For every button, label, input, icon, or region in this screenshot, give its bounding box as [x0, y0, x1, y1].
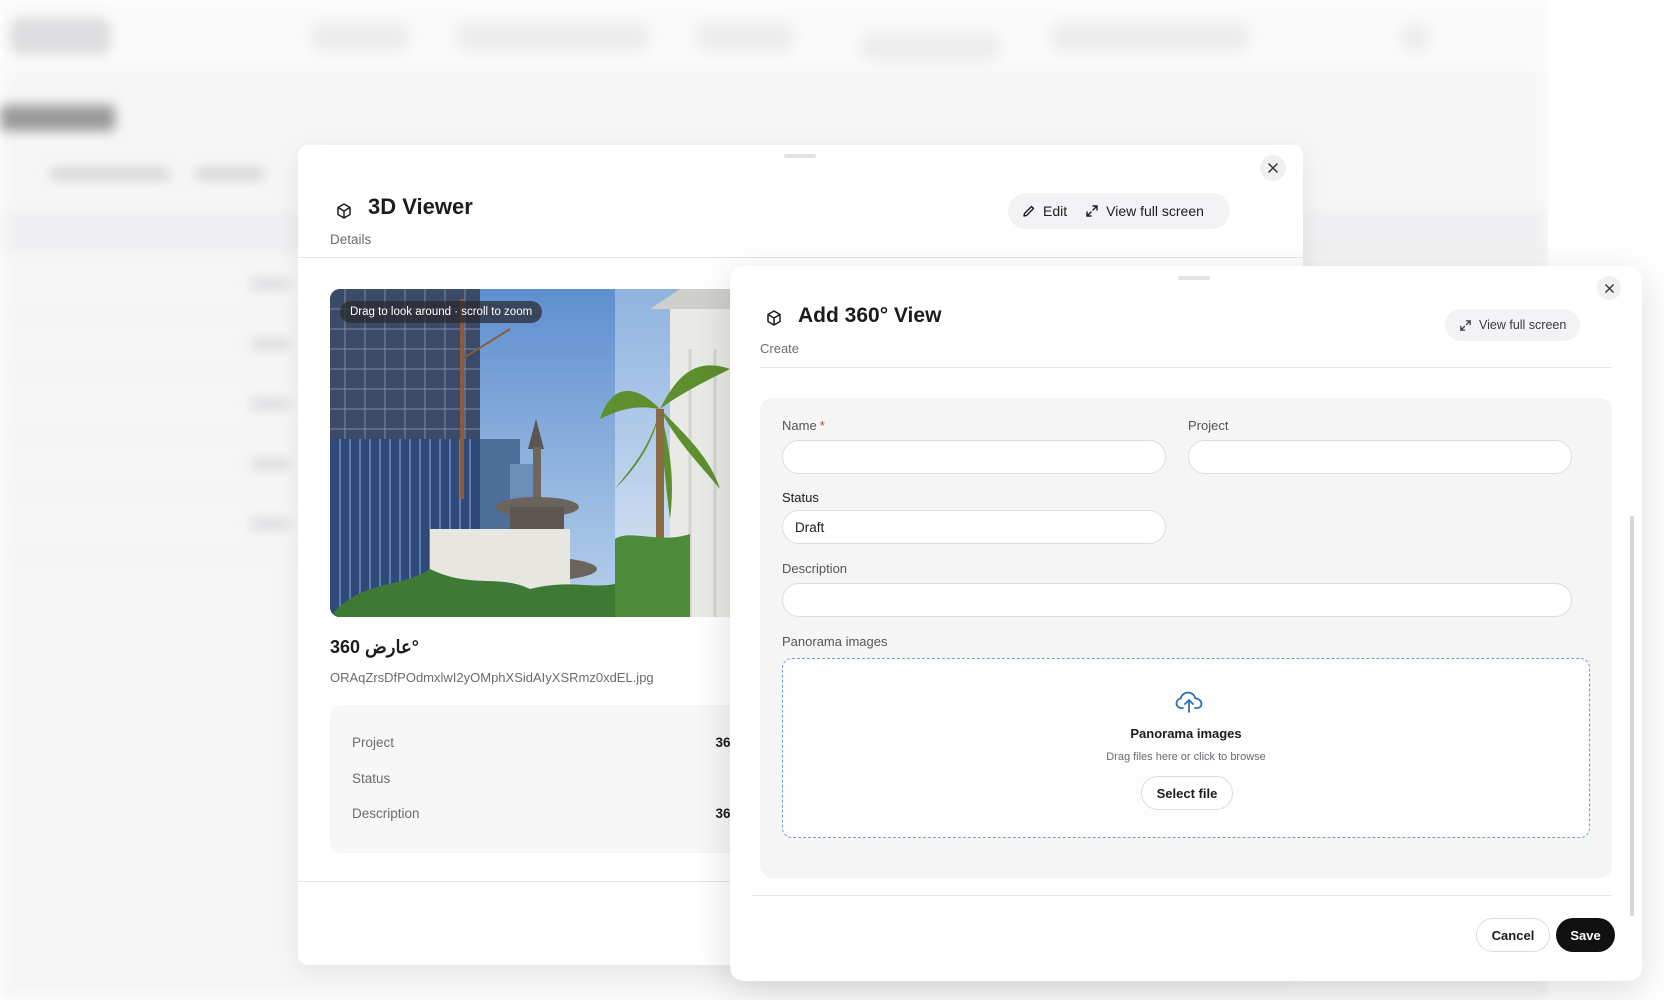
background-nav-item — [1050, 22, 1250, 52]
drag-handle[interactable] — [1178, 276, 1210, 280]
cube-icon — [330, 197, 358, 225]
meta-label-description: Description — [352, 806, 420, 821]
item-details: Project 360 Status Description 360 — [330, 705, 790, 853]
create-header-divider — [760, 367, 1612, 368]
dropzone-hint: Drag files here or click to browse — [1106, 751, 1266, 763]
cancel-button[interactable]: Cancel — [1476, 918, 1550, 952]
viewer-actions: Edit View full screen — [1008, 193, 1230, 229]
name-input[interactable] — [782, 440, 1166, 474]
viewer-header-divider — [298, 257, 1303, 258]
panorama-image — [330, 289, 790, 617]
viewer-fullscreen-label: View full screen — [1106, 203, 1204, 219]
description-input[interactable] — [782, 583, 1572, 617]
create-title: Add 360° View — [798, 304, 942, 327]
viewer-title: 3D Viewer — [368, 194, 473, 219]
background-nav-item — [695, 22, 795, 52]
create-fullscreen-label: View full screen — [1479, 318, 1567, 332]
name-label: Name * — [782, 418, 825, 433]
viewer-subtitle: Details — [330, 232, 372, 247]
status-label: Status — [782, 490, 819, 505]
background-logo — [10, 18, 110, 54]
panorama-dropzone[interactable]: Panorama images Drag files here or click… — [782, 658, 1590, 838]
dropzone-title: Panorama images — [1130, 726, 1242, 741]
edit-button[interactable]: Edit — [1022, 203, 1067, 219]
project-label: Project — [1188, 418, 1229, 433]
create-footer-divider — [752, 895, 1612, 896]
panorama-hint: Drag to look around · scroll to zoom — [340, 301, 543, 323]
background-avatar — [1400, 22, 1430, 52]
close-icon — [1268, 163, 1278, 173]
cube-icon — [760, 304, 788, 332]
create-fullscreen-button[interactable]: View full screen — [1445, 309, 1581, 341]
create-subtitle: Create — [760, 341, 800, 356]
status-select[interactable] — [782, 510, 1166, 544]
expand-arrows-icon — [1086, 205, 1098, 217]
close-icon — [1604, 283, 1614, 293]
background-nav-item — [455, 22, 650, 52]
background-nav-item — [310, 22, 410, 52]
scrollbar[interactable] — [1630, 516, 1634, 916]
description-label: Description — [782, 561, 848, 576]
create-close-button[interactable] — [1597, 276, 1621, 300]
expand-arrows-icon — [1460, 319, 1471, 331]
item-filename: ORAqZrsDfPOdmxlwI2yOMphXSidAIyXSRmz0xdEL… — [330, 670, 654, 685]
select-file-button[interactable]: Select file — [1141, 776, 1233, 810]
background-breadcrumb — [195, 168, 265, 180]
save-button[interactable]: Save — [1556, 918, 1615, 952]
project-input[interactable] — [1188, 440, 1572, 474]
meta-label-project: Project — [352, 735, 395, 750]
cloud-upload-icon — [1175, 691, 1203, 713]
background-page-title — [0, 105, 115, 131]
pencil-icon — [1023, 205, 1035, 217]
drag-handle[interactable] — [784, 154, 816, 158]
create-form: Name* Project Status Description Panoram… — [760, 398, 1612, 878]
panorama-label: Panorama images — [782, 634, 888, 649]
panorama-viewer[interactable]: Drag to look around · scroll to zoom — [330, 289, 790, 617]
background-breadcrumb — [50, 168, 170, 180]
create-modal: Add 360° View Create View full screen Na… — [730, 266, 1642, 981]
meta-label-status: Status — [352, 771, 391, 786]
edit-label: Edit — [1043, 203, 1068, 219]
viewer-fullscreen-button[interactable]: View full screen — [1085, 203, 1204, 219]
viewer-close-button[interactable] — [1260, 155, 1286, 181]
required-marker: * — [819, 418, 825, 433]
background-nav-item — [860, 32, 1000, 62]
item-title: 360 عارض° — [330, 637, 419, 657]
